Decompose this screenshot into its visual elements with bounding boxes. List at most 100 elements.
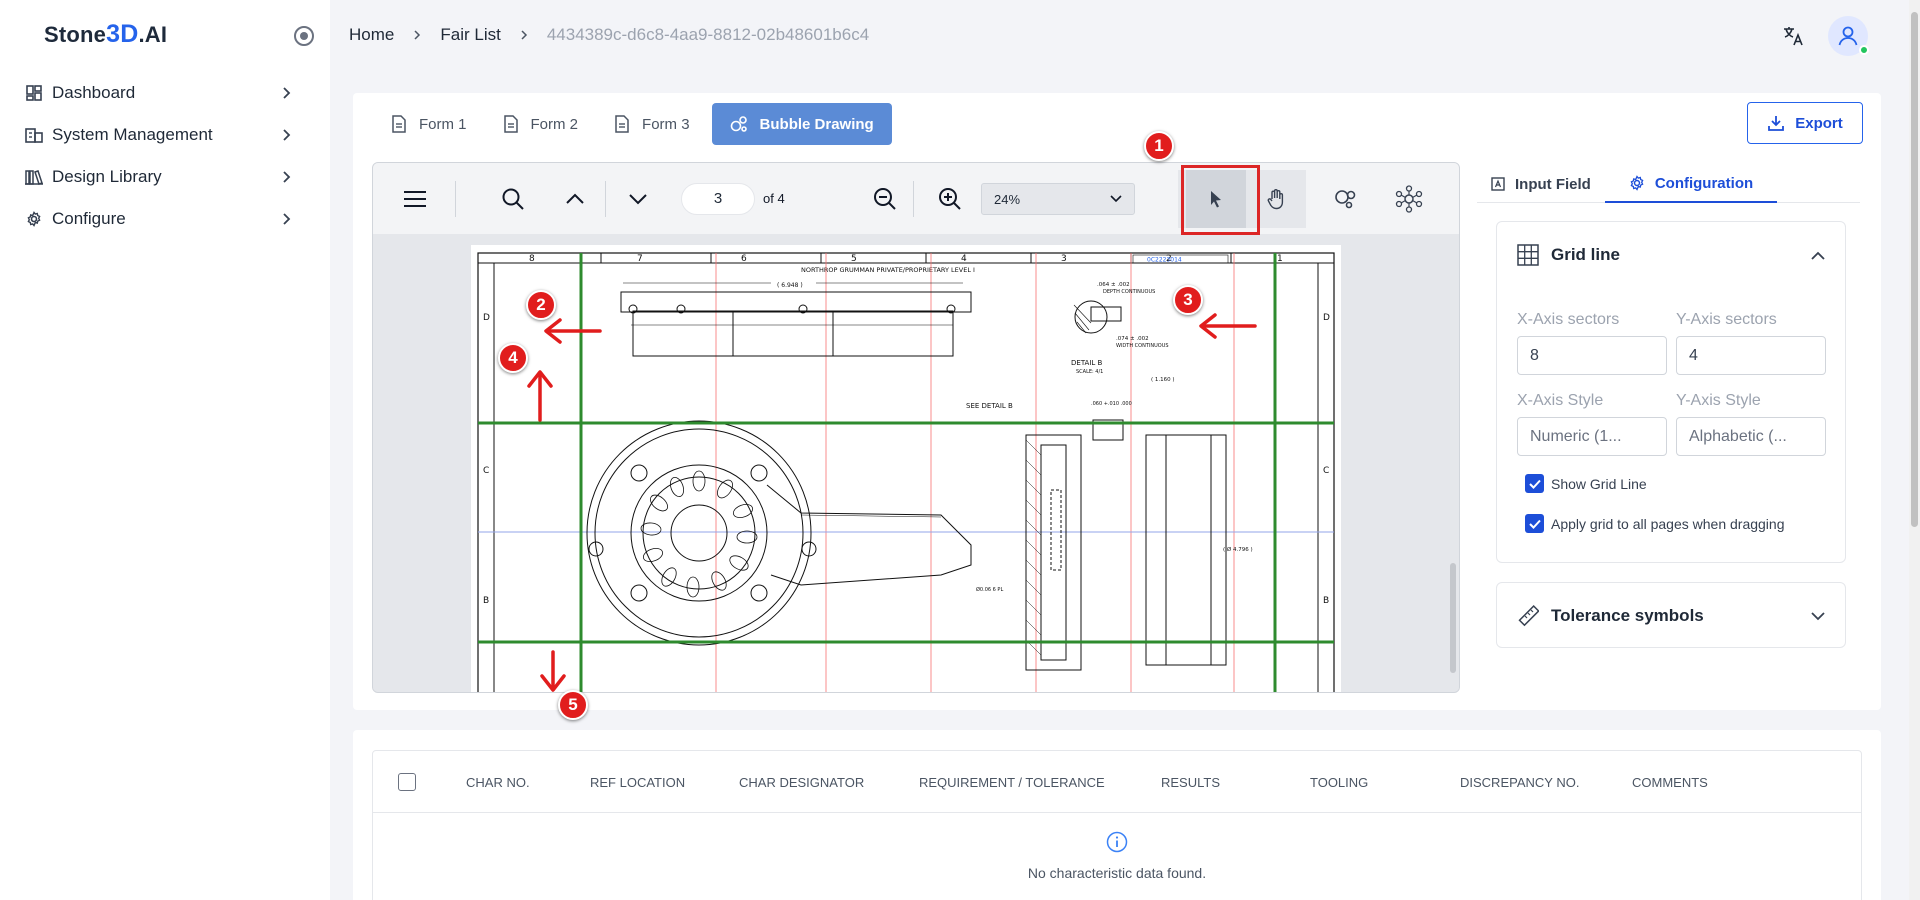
- sidebar-toggle-button[interactable]: [399, 183, 431, 215]
- row-label: B: [483, 596, 489, 606]
- chevron-up-icon: [566, 193, 584, 204]
- window-scrollbar[interactable]: [1909, 0, 1920, 900]
- user-avatar[interactable]: [1828, 16, 1869, 56]
- online-status-dot: [1859, 45, 1869, 55]
- column-header[interactable]: REQUIREMENT / TOLERANCE: [919, 775, 1105, 790]
- y-axis-style-label: Y-Axis Style: [1676, 392, 1761, 409]
- scale-label: SCALE: 4/1: [1076, 369, 1103, 375]
- tab-label: Form 2: [530, 115, 579, 133]
- checkmark-icon: [1528, 519, 1541, 529]
- search-button[interactable]: [497, 183, 529, 215]
- column-label: 7: [637, 254, 643, 264]
- detail-label: DETAIL B: [1071, 359, 1103, 367]
- dashboard-icon: [24, 83, 44, 103]
- column-header[interactable]: DISCREPANCY NO.: [1460, 775, 1579, 790]
- tab-bubble-drawing[interactable]: Bubble Drawing: [711, 103, 892, 145]
- ruler-icon: [1518, 605, 1539, 627]
- export-button[interactable]: Export: [1747, 102, 1863, 144]
- form-tabs: Form 1 Form 2 Form 3 Bubble Drawing: [377, 103, 900, 145]
- sidebar-item-label: Dashboard: [52, 83, 136, 102]
- chevron-down-icon: [629, 194, 647, 205]
- drawing-page: 8 7 6 5 4 3 2 1 D C B D C B NORTHROP GRU…: [471, 245, 1341, 692]
- chevron-down-icon: [1811, 611, 1825, 620]
- chevron-right-icon: [283, 87, 291, 99]
- document-icon: [503, 115, 518, 133]
- hand-icon: [1267, 189, 1284, 210]
- row-label: D: [483, 313, 490, 323]
- select-tool-highlight: [1181, 165, 1260, 235]
- x-axis-style-label: X-Axis Style: [1517, 392, 1604, 409]
- app-logo[interactable]: Stone3D.AI: [44, 20, 167, 49]
- breadcrumb-home[interactable]: Home: [349, 25, 394, 45]
- info-icon: [1106, 831, 1128, 853]
- column-header[interactable]: TOOLING: [1310, 775, 1368, 790]
- grid-line-header[interactable]: Grid line: [1497, 222, 1845, 288]
- sidebar-collapse-toggle[interactable]: [294, 26, 314, 46]
- zoom-out-button[interactable]: [869, 183, 901, 215]
- text-field-icon: [1491, 177, 1505, 191]
- page-total-label: of 4: [763, 191, 785, 206]
- translate-icon[interactable]: [1780, 23, 1806, 49]
- pdf-viewer: 3 of 4 24% 8 7 6 5 4 3 2 1 D C B D C B N…: [372, 162, 1460, 693]
- sidebar-item-label: System Management: [52, 125, 213, 144]
- bubble-tool-button[interactable]: [1316, 170, 1376, 228]
- drawing-header-text: NORTHROP GRUMMAN PRIVATE/PROPRIETARY LEV…: [801, 266, 975, 274]
- breadcrumb-fair-list[interactable]: Fair List: [440, 25, 500, 45]
- tolerance-symbols-section: Tolerance symbols: [1496, 582, 1846, 648]
- page-number-input[interactable]: 3: [681, 183, 755, 215]
- y-axis-sectors-input[interactable]: 4: [1676, 336, 1826, 375]
- chevron-down-icon: [1110, 195, 1122, 203]
- column-header[interactable]: REF LOCATION: [590, 775, 685, 790]
- y-axis-style-select[interactable]: Alphabetic (...: [1676, 417, 1826, 456]
- tab-form-3[interactable]: Form 3: [600, 103, 704, 145]
- building-icon: [24, 125, 44, 145]
- zoom-in-button[interactable]: [934, 183, 966, 215]
- drawing-number: 0C2223014: [1147, 257, 1182, 264]
- sidebar-item-dashboard[interactable]: Dashboard: [0, 72, 330, 114]
- dimension-text: ( Ø 4.796 ): [1223, 546, 1253, 553]
- tab-form-1[interactable]: Form 1: [377, 103, 481, 145]
- tab-form-2[interactable]: Form 2: [489, 103, 593, 145]
- tab-input-field[interactable]: Input Field: [1477, 165, 1605, 203]
- auto-bubble-button[interactable]: [1379, 170, 1439, 228]
- next-page-button[interactable]: [622, 183, 654, 215]
- column-header[interactable]: CHAR DESIGNATOR: [739, 775, 864, 790]
- sidebar-item-system-management[interactable]: System Management: [0, 114, 330, 156]
- chevron-right-icon: [283, 129, 291, 141]
- previous-page-button[interactable]: [559, 183, 591, 215]
- dimension-text: WIDTH CONTINUOUS: [1116, 343, 1169, 349]
- zoom-select[interactable]: 24%: [981, 183, 1135, 215]
- dimension-text: .074 ± .002: [1116, 336, 1149, 342]
- chevron-right-icon: [283, 171, 291, 183]
- dimension-text: ( 1.160 ): [1151, 377, 1175, 383]
- document-icon: [615, 115, 629, 133]
- sidebar-item-configure[interactable]: Configure: [0, 198, 330, 240]
- right-panel-tabs: Input Field Configuration: [1477, 165, 1860, 203]
- annotation-bubble-1: 1: [1144, 131, 1174, 161]
- y-axis-sectors-label: Y-Axis sectors: [1676, 311, 1777, 328]
- column-header[interactable]: RESULTS: [1161, 775, 1220, 790]
- sidebar: Stone3D.AI Dashboard System Management D…: [0, 0, 330, 900]
- dimension-text: ( 6.948 ): [777, 282, 803, 289]
- see-detail-label: SEE DETAIL B: [966, 402, 1013, 410]
- network-icon: [1395, 185, 1423, 213]
- toolbar-divider: [913, 181, 914, 217]
- column-header[interactable]: CHAR NO.: [466, 775, 530, 790]
- download-icon: [1768, 116, 1785, 131]
- sidebar-item-design-library[interactable]: Design Library: [0, 156, 330, 198]
- viewer-scrollbar[interactable]: [1449, 311, 1457, 692]
- apply-grid-all-pages-checkbox[interactable]: [1525, 514, 1544, 533]
- export-label: Export: [1795, 114, 1843, 132]
- tolerance-symbols-header[interactable]: Tolerance symbols: [1497, 583, 1845, 649]
- x-axis-style-select[interactable]: Numeric (1...: [1517, 417, 1667, 456]
- x-axis-sectors-input[interactable]: 8: [1517, 336, 1667, 375]
- show-grid-line-checkbox[interactable]: [1525, 474, 1544, 493]
- dimension-text: DEPTH CONTINUOUS: [1103, 289, 1155, 295]
- chevron-right-icon: [283, 213, 291, 225]
- library-icon: [24, 167, 44, 187]
- tab-configuration[interactable]: Configuration: [1604, 165, 1778, 203]
- sidebar-nav: Dashboard System Management Design Libra…: [0, 72, 330, 240]
- column-header[interactable]: COMMENTS: [1632, 775, 1708, 790]
- annotation-bubble-4: 4: [498, 343, 528, 373]
- select-all-checkbox[interactable]: [398, 773, 416, 791]
